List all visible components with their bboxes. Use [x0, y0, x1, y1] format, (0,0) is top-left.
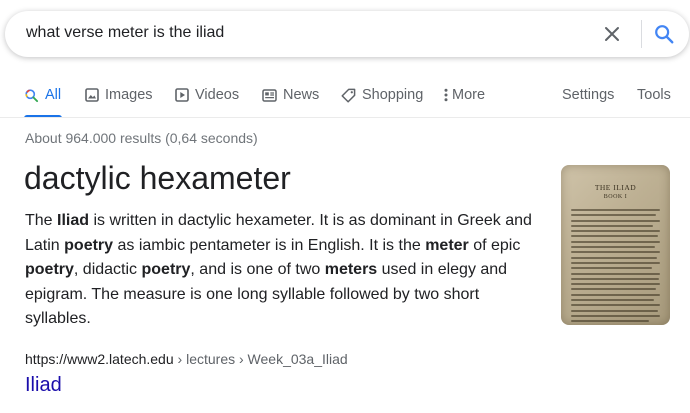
clear-button[interactable]	[600, 22, 624, 46]
snippet-text: The	[25, 212, 58, 229]
result-domain: https://www2.latech.edu	[25, 351, 174, 367]
tag-icon	[341, 88, 356, 103]
search-divider	[641, 20, 642, 48]
image-text-line	[571, 293, 660, 296]
snippet-keyword: meter	[425, 236, 469, 254]
tab-news[interactable]: News	[262, 87, 319, 103]
tab-shopping[interactable]: Shopping	[341, 87, 423, 103]
snippet-keyword: poetry	[141, 261, 191, 278]
image-text-line	[571, 251, 660, 254]
search-input[interactable]: what verse meter is the iliad	[26, 24, 224, 42]
search-tabs: All Images Videos News Shopping More Set…	[0, 80, 690, 118]
snippet-keyword: poetry	[64, 236, 114, 254]
snippet-text: , and is one of two	[190, 261, 325, 278]
image-text-line	[571, 272, 660, 275]
tab-label: All	[45, 87, 62, 103]
search-bar: what verse meter is the iliad	[5, 11, 689, 57]
close-icon	[605, 27, 619, 41]
result-url[interactable]: https://www2.latech.edu › lectures › Wee…	[25, 351, 348, 367]
snippet-text: of epic	[468, 236, 521, 254]
tab-label: Videos	[195, 87, 240, 103]
tools-link[interactable]: Tools	[637, 87, 671, 103]
image-text-line	[571, 261, 660, 264]
search-icon	[655, 25, 674, 44]
image-text-line	[571, 309, 659, 312]
snippet-text: as iambic pentameter is in English. It i…	[113, 236, 426, 254]
image-text-line	[571, 267, 652, 270]
book-page-image[interactable]: THE ILIAD BOOK I	[561, 165, 670, 325]
tab-more[interactable]: More	[444, 87, 485, 103]
tab-label: Images	[105, 87, 153, 103]
newspaper-icon	[262, 88, 277, 102]
tabs-divider	[0, 117, 690, 118]
image-text-line	[571, 277, 660, 280]
tab-all[interactable]: All	[24, 87, 61, 103]
image-text-line	[571, 214, 657, 217]
tab-label: More	[452, 87, 486, 103]
tools-label: Tools	[637, 87, 671, 103]
image-text-line	[571, 288, 656, 291]
image-text-line	[571, 320, 650, 323]
image-text-line	[571, 314, 660, 317]
image-text-line	[571, 246, 655, 249]
image-icon	[85, 88, 99, 102]
video-icon	[175, 88, 189, 102]
image-text-line	[571, 224, 653, 227]
result-stats: About 964.000 results (0,64 seconds)	[25, 130, 258, 146]
snippet-keyword: poetry	[25, 261, 74, 278]
image-text-line	[571, 240, 660, 243]
tab-images[interactable]: Images	[85, 87, 153, 103]
snippet-text: , didactic	[73, 261, 142, 278]
featured-answer-title: dactylic hexameter	[24, 160, 291, 196]
image-text-line	[571, 230, 660, 233]
tab-label: News	[283, 87, 320, 103]
image-text-lines	[571, 209, 660, 325]
snippet-keyword: Iliad	[57, 212, 90, 229]
image-subheading: BOOK I	[603, 194, 628, 200]
image-text-line	[571, 283, 660, 286]
search-button[interactable]	[650, 21, 678, 47]
settings-link[interactable]: Settings	[562, 87, 614, 103]
featured-snippet-text: The Iliad is written in dactylic hexamet…	[25, 209, 545, 332]
result-path: › lectures › Week_03a_Iliad	[173, 351, 348, 367]
image-text-line	[571, 235, 659, 238]
search-icon	[25, 88, 39, 102]
tab-label: Shopping	[362, 87, 424, 103]
tab-videos[interactable]: Videos	[175, 87, 239, 103]
image-text-line	[571, 299, 654, 302]
image-text-line	[571, 219, 660, 222]
image-text-line	[571, 256, 658, 259]
snippet-keyword: meters	[324, 261, 378, 278]
result-title-link[interactable]: Iliad	[25, 374, 62, 397]
settings-label: Settings	[562, 87, 615, 103]
more-vert-icon	[444, 88, 448, 102]
image-text-line	[571, 209, 660, 211]
image-text-line	[571, 304, 660, 307]
image-heading: THE ILIAD	[594, 183, 637, 192]
